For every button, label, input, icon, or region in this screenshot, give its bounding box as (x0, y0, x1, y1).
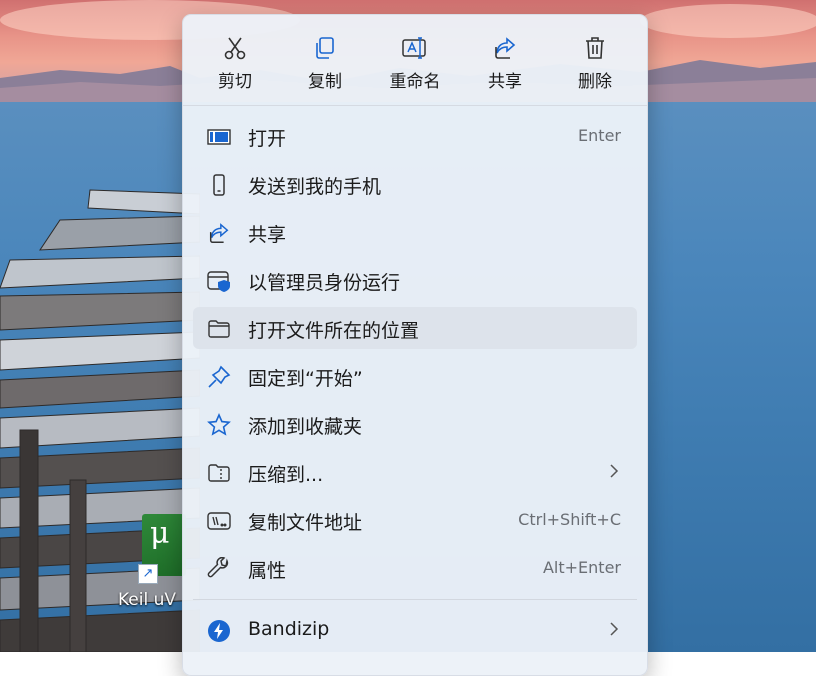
folder-icon (208, 320, 230, 338)
desktop-shortcut-keil[interactable]: μ ↗ Keil uV (118, 514, 188, 614)
phone-icon (213, 174, 225, 196)
bandizip-icon (208, 620, 230, 642)
copy-path-icon (207, 512, 231, 530)
copy-icon (316, 37, 334, 59)
share-icon (209, 223, 229, 243)
shortcut-enter: Enter (578, 126, 621, 145)
zip-folder-icon (208, 464, 230, 482)
cut-button[interactable]: 剪切 (195, 29, 275, 99)
shortcut-alt-enter: Alt+Enter (542, 558, 621, 577)
star-icon (207, 413, 231, 436)
delete-button[interactable]: 删除 (555, 29, 635, 99)
rename-icon (402, 37, 426, 59)
menu-separator (193, 599, 637, 600)
open-window-icon (207, 129, 231, 145)
shortcut-arrow-icon: ↗ (138, 564, 158, 584)
wrench-icon (207, 557, 229, 578)
menu-item-open[interactable]: 打开 Enter (193, 115, 637, 157)
menu-item-add-to-favorites[interactable]: 添加到收藏夹 (193, 403, 637, 445)
menu-item-share[interactable]: 共享 (193, 211, 637, 253)
menu-item-compress-to[interactable]: 压缩到... (193, 451, 637, 493)
menu-item-run-as-admin[interactable]: 以管理员身份运行 (193, 259, 637, 301)
copy-button[interactable]: 复制 (285, 29, 365, 99)
share-icon (495, 37, 516, 59)
menu-item-copy-path[interactable]: 复制文件地址 Ctrl+Shift+C (193, 499, 637, 541)
pin-icon (208, 365, 231, 388)
desktop-shortcut-label: Keil uV (118, 590, 177, 610)
admin-shield-icon (207, 271, 230, 292)
rename-button[interactable]: 重命名 (375, 29, 455, 99)
menu-item-open-file-location[interactable]: 打开文件所在的位置 (193, 307, 637, 349)
menu-item-bandizip[interactable]: Bandizip (193, 609, 637, 651)
chevron-right-icon (610, 464, 619, 478)
scissors-icon (224, 37, 246, 60)
trash-icon (586, 37, 604, 59)
chevron-right-icon (610, 622, 619, 636)
menu-item-pin-to-start[interactable]: 固定到“开始” (193, 355, 637, 397)
share-button[interactable]: 共享 (465, 29, 545, 99)
quick-action-bar: 剪切 复制 重命名 共享 删除 (183, 15, 647, 106)
menu-item-properties[interactable]: 属性 Alt+Enter (193, 547, 637, 589)
shortcut-ctrl-shift-c: Ctrl+Shift+C (518, 510, 621, 529)
menu-item-send-to-phone[interactable]: 发送到我的手机 (193, 163, 637, 205)
context-menu: 剪切 复制 重命名 共享 删除 打开 Enter 发送到我的手机 共享 以管理员… (182, 14, 648, 676)
